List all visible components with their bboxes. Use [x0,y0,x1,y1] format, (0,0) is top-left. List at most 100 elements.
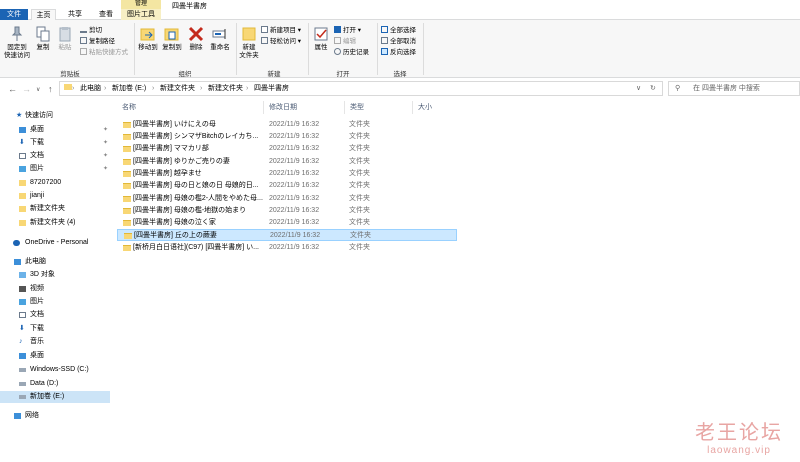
rename-button[interactable]: 重命名 [207,26,233,52]
file-row[interactable]: [四畳半書房] ゆりかご売りの妻 2022/11/9 16:32 文件夹 [117,156,457,168]
column-header-size[interactable]: 大小 [418,102,432,114]
address-bar[interactable]: › 此电脑 › 新加卷 (E:) › 新建文件夹 › 新建文件夹 › 四畳半書房… [59,81,663,96]
delete-button[interactable]: 删除 [186,26,206,52]
forward-arrow-icon[interactable]: → [22,84,31,94]
rename-icon [212,29,226,39]
breadcrumb-drive-e[interactable]: 新加卷 (E:) [112,82,146,95]
nav-drive-c[interactable]: Windows-SSD (C:) [0,364,110,376]
file-type: 文件夹 [350,232,371,239]
cut-label: 剪切 [89,27,102,34]
file-date: 2022/11/9 16:32 [269,182,320,189]
invert-selection-icon [381,48,388,55]
history-button[interactable]: 历史记录 [334,48,369,57]
column-header-name[interactable]: 名称 [122,102,136,114]
column-header-date[interactable]: 修改日期 [269,102,297,114]
file-date: 2022/11/9 16:32 [269,195,320,202]
new-group-label: 新建 [267,71,281,78]
file-row[interactable]: [四畳半書房] 母娘の檻2-人間をやめた母... 2022/11/9 16:32 文… [117,193,457,205]
nav-onedrive[interactable]: OneDrive - Personal [0,237,110,249]
nav-quick-access[interactable]: ★ 快速访问 [0,110,110,122]
breadcrumb-new-folder-1[interactable]: 新建文件夹 [160,82,195,95]
move-to-button[interactable]: 移动到 [137,26,159,52]
search-input[interactable]: ⚲ 在 四畳半書房 中搜索 [668,81,800,96]
nav-pc-documents[interactable]: 文档 [0,309,110,321]
ribbon-separator [423,23,424,75]
folder-icon [123,134,131,140]
properties-button[interactable]: 属性 [311,26,331,52]
file-row[interactable]: [四畳半書房] 母娘の檻-地獄の始まり 2022/11/9 16:32 文件夹 [117,205,457,217]
rename-label: 重命名 [210,44,230,51]
nav-pc-pictures[interactable]: 图片 [0,296,110,308]
up-arrow-icon[interactable]: ↑ [48,84,53,94]
invert-selection-button[interactable]: 反向选择 [381,48,416,57]
folder-icon [64,82,72,95]
copy-path-button[interactable]: 复制路径 [80,37,115,46]
file-row[interactable]: [新桥月白日语社](C97) [四畳半書房] い... 2022/11/9 16:… [117,242,457,254]
paste-shortcut-button[interactable]: 粘贴快捷方式 [80,48,128,57]
new-folder-button[interactable]: 新建 文件夹 [237,26,261,60]
ribbon: 固定到 快速访问 复制 粘贴 剪切 复制路径 粘贴快捷方式 剪贴板 移动到 复制… [0,20,800,78]
nav-downloads[interactable]: ⬇ 下载 ✦ [0,137,110,149]
nav-documents[interactable]: 文档 ✦ [0,150,110,162]
pin-quick-access-button[interactable]: 固定到 快速访问 [2,26,32,60]
column-divider[interactable] [344,101,345,114]
column-header-type[interactable]: 类型 [350,102,364,114]
file-name: [四畳半書房] 母娘の檻2-人間をやめた母... [133,195,263,202]
nav-pictures[interactable]: 图片 ✦ [0,163,110,175]
nav-music[interactable]: ♪ 音乐 [0,336,110,348]
refresh-icon[interactable]: ↻ [650,82,656,95]
cut-button[interactable]: 剪切 [80,26,102,35]
new-item-button[interactable]: 新建项目 ▾ [261,26,301,35]
back-arrow-icon[interactable]: ← [8,84,17,94]
nav-this-pc[interactable]: 此电脑 [0,256,110,268]
column-divider[interactable] [412,101,413,114]
tab-file[interactable]: 文件 [0,9,28,20]
open-button[interactable]: 打开 ▾ [334,26,361,35]
nav-pc-downloads[interactable]: ⬇ 下载 [0,323,110,335]
edit-button[interactable]: 编辑 [334,37,356,46]
select-all-button[interactable]: 全部选择 [381,26,416,35]
picture-icon [19,166,26,172]
breadcrumb-current-folder[interactable]: 四畳半書房 [254,82,289,95]
nav-folder-87207200[interactable]: 87207200 [0,177,110,189]
file-row[interactable]: [四畳半書房] いけにえの母 2022/11/9 16:32 文件夹 [117,119,457,131]
copy-button[interactable]: 复制 [34,26,52,52]
nav-videos[interactable]: 视频 [0,283,110,295]
select-none-button[interactable]: 全部取消 [381,37,416,46]
file-row-selected[interactable]: [四畳半書房] 丘の上の蕨妻 2022/11/9 16:32 文件夹 [117,229,457,241]
tab-picture-tools[interactable]: 图片工具 [121,9,161,20]
easy-access-button[interactable]: 轻松访问 ▾ [261,37,301,46]
address-dropdown-chevron-icon[interactable]: ∨ [636,82,641,95]
nav-drive-d[interactable]: Data (D:) [0,378,110,390]
video-icon [19,286,26,292]
file-row[interactable]: [四畳半書房] 母娘の泣く家 2022/11/9 16:32 文件夹 [117,217,457,229]
copy-to-button[interactable]: 复制到 [161,26,183,52]
breadcrumb-new-folder-2[interactable]: 新建文件夹 [208,82,243,95]
nav-new-folder-4[interactable]: 新建文件夹 (4) [0,217,110,229]
nav-network[interactable]: 网络 [0,410,110,422]
nav-new-folder[interactable]: 新建文件夹 [0,203,110,215]
new-item-icon [261,26,268,33]
network-icon [14,413,21,419]
column-divider[interactable] [263,101,264,114]
nav-folder-jianji[interactable]: jianji [0,190,110,202]
nav-3d-objects[interactable]: 3D 对象 [0,269,110,281]
file-row[interactable]: [四畳半書房] 越孕ませ 2022/11/9 16:32 文件夹 [117,168,457,180]
tab-view[interactable]: 查看 [91,9,121,20]
nav-desktop[interactable]: 桌面 ✦ [0,124,110,136]
folder-icon [19,206,26,212]
file-row[interactable]: [四畳半書房] ママカリ部 2022/11/9 16:32 文件夹 [117,143,457,155]
nav-label: 网络 [25,412,39,419]
breadcrumb-this-pc[interactable]: 此电脑 [80,82,101,95]
recent-chevron-down-icon[interactable]: ∨ [36,86,40,93]
nav-label: 文档 [30,311,44,318]
file-date: 2022/11/9 16:32 [269,145,320,152]
breadcrumb-separator: › [200,85,203,92]
file-row[interactable]: [四畳半書房] 母の日と娘の日 母娘的日... 2022/11/9 16:32 文件… [117,180,457,192]
file-type: 文件夹 [349,182,370,189]
tab-share[interactable]: 共享 [60,9,90,20]
paste-button[interactable]: 粘贴 [55,26,75,52]
file-row[interactable]: [四畳半書房] シンマザBitchのレイカち... 2022/11/9 16:32… [117,131,457,143]
nav-drive-e[interactable]: 新加卷 (E:) [0,391,110,403]
nav-pc-desktop[interactable]: 桌面 [0,350,110,362]
